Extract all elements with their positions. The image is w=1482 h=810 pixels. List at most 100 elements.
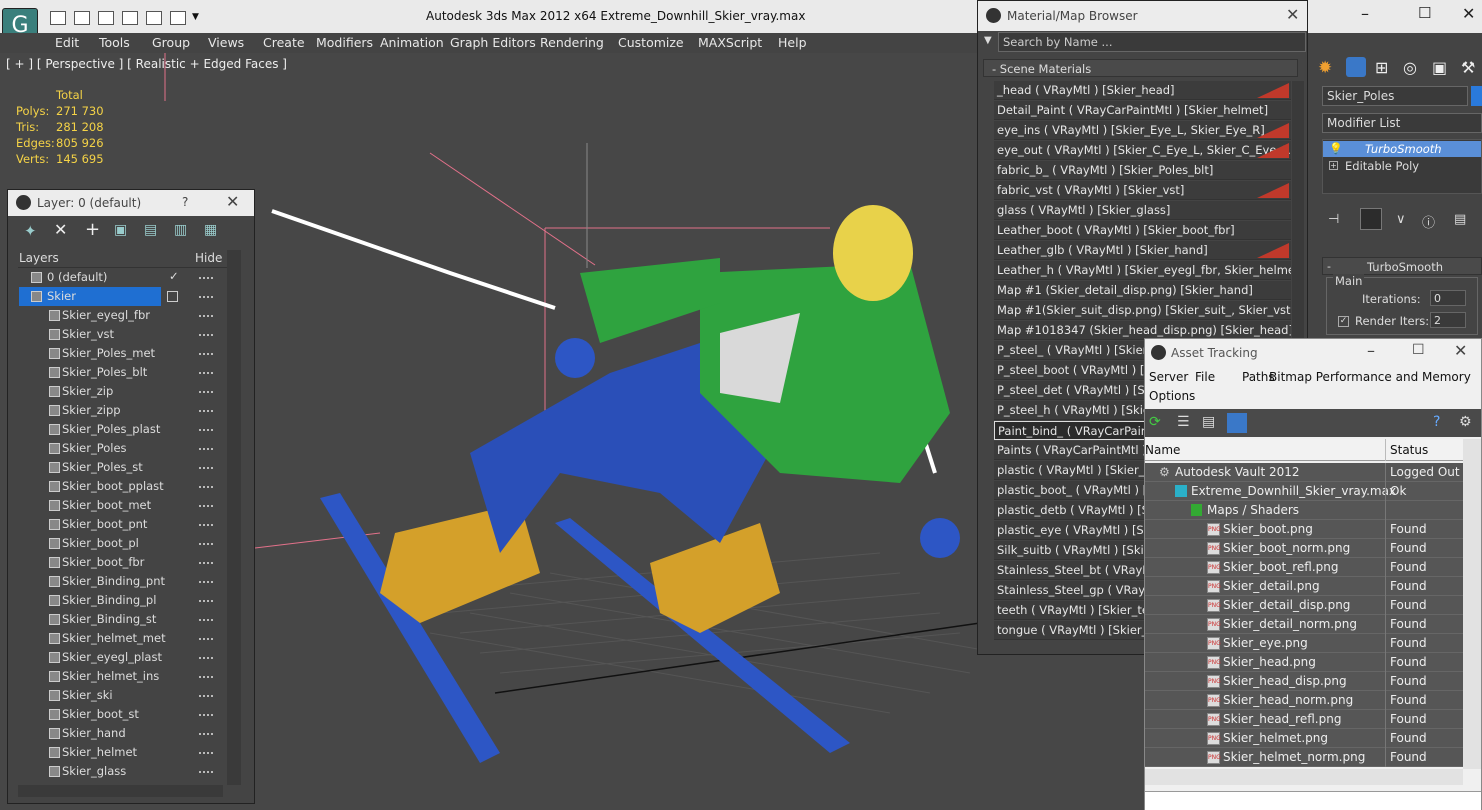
hide-toggle[interactable] bbox=[199, 600, 213, 602]
refresh-icon[interactable]: ⟳ bbox=[1149, 414, 1161, 430]
hide-toggle[interactable] bbox=[199, 543, 213, 545]
select-objects-icon[interactable]: ▣ bbox=[114, 222, 127, 238]
asset-row[interactable]: PNG Skier_boot_refl.png Found bbox=[1145, 558, 1463, 577]
help-icon[interactable]: ? bbox=[1433, 414, 1440, 430]
layer-object-row[interactable]: Skier_glass bbox=[19, 762, 229, 781]
layer-object-row[interactable]: Skier_boot_pplast bbox=[19, 477, 229, 496]
material-row[interactable]: Leather_boot ( VRayMtl ) [Skier_boot_fbr… bbox=[994, 221, 1291, 240]
col-name[interactable]: Name bbox=[1145, 443, 1180, 457]
menu-file[interactable]: File bbox=[1195, 370, 1215, 384]
motion-tab-icon[interactable]: ◎ bbox=[1403, 58, 1417, 77]
hide-toggle[interactable] bbox=[199, 429, 213, 431]
layer-object-row[interactable]: Skier_Poles_plast bbox=[19, 420, 229, 439]
layer-object-row[interactable]: Skier_Poles_st bbox=[19, 458, 229, 477]
layer-object-row[interactable]: Skier_eyegl_fbr bbox=[19, 306, 229, 325]
close-icon[interactable]: ✕ bbox=[1454, 341, 1467, 360]
asset-row[interactable]: PNG Skier_head_disp.png Found bbox=[1145, 672, 1463, 691]
layer-object-row[interactable]: Skier_boot_fbr bbox=[19, 553, 229, 572]
viewport-label[interactable]: [ + ] [ Perspective ] [ Realistic + Edge… bbox=[6, 57, 287, 71]
render-iters-checkbox[interactable]: ✓ bbox=[1338, 316, 1349, 327]
close-icon[interactable]: ✕ bbox=[1286, 5, 1299, 24]
hide-toggle[interactable] bbox=[199, 448, 213, 450]
highlight-layer-icon[interactable]: ▤ bbox=[144, 222, 157, 238]
layer-object-row[interactable]: Skier_Binding_pnt bbox=[19, 572, 229, 591]
asset-row[interactable]: PNG Skier_head.png Found bbox=[1145, 653, 1463, 672]
asset-row[interactable]: PNG Skier_boot_norm.png Found bbox=[1145, 539, 1463, 558]
hide-toggle[interactable] bbox=[199, 638, 213, 640]
hide-toggle[interactable] bbox=[199, 334, 213, 336]
asset-row[interactable]: PNG Skier_head_norm.png Found bbox=[1145, 691, 1463, 710]
layer-hscrollbar[interactable] bbox=[18, 785, 223, 797]
close-icon[interactable]: ✕ bbox=[1462, 4, 1475, 23]
menu-modifiers[interactable]: Modifiers bbox=[316, 35, 373, 50]
asset-hscrollbar[interactable] bbox=[1145, 769, 1463, 785]
minimize-icon[interactable]: – bbox=[1367, 341, 1375, 360]
stack-item-turbosmooth[interactable]: 💡 TurboSmooth bbox=[1323, 141, 1481, 157]
material-row[interactable]: Map #1(Skier_suit_disp.png) [Skier_suit_… bbox=[994, 301, 1291, 320]
asset-row[interactable]: PNG Skier_boot.png Found bbox=[1145, 520, 1463, 539]
thumbnail-view-icon[interactable]: ▤ bbox=[1202, 414, 1215, 430]
table-view-icon[interactable] bbox=[1227, 413, 1247, 433]
new-file-icon[interactable] bbox=[50, 11, 66, 25]
asset-row[interactable]: PNG Skier_head_refl.png Found bbox=[1145, 710, 1463, 729]
display-tab-icon[interactable]: ▣ bbox=[1432, 58, 1447, 77]
layer-object-row[interactable]: Skier_boot_st bbox=[19, 705, 229, 724]
asset-row[interactable]: PNG Skier_helmet_norm.png Found bbox=[1145, 748, 1463, 767]
asset-row[interactable]: ⚙ Autodesk Vault 2012 Logged Out . bbox=[1145, 463, 1463, 482]
options-dropdown-icon[interactable]: ▼ bbox=[984, 35, 992, 46]
layer-object-row[interactable]: Skier_Binding_st bbox=[19, 610, 229, 629]
hide-toggle[interactable] bbox=[199, 752, 213, 754]
scene-materials-header[interactable]: - Scene Materials bbox=[983, 59, 1298, 77]
current-layer-check-icon[interactable]: ✓ bbox=[169, 269, 179, 283]
pin-stack-icon[interactable]: ⊣ bbox=[1328, 212, 1339, 227]
layer-object-row[interactable]: Skier_helmet_met bbox=[19, 629, 229, 648]
layer-object-row[interactable]: Skier_Poles bbox=[19, 439, 229, 458]
layer-scrollbar[interactable] bbox=[227, 250, 241, 785]
maximize-icon[interactable]: ☐ bbox=[1418, 4, 1431, 22]
save-file-icon[interactable] bbox=[98, 11, 114, 25]
menu-server[interactable]: Server bbox=[1149, 370, 1188, 384]
menu-edit[interactable]: Edit bbox=[55, 35, 79, 50]
material-row[interactable]: Detail_Paint ( VRayCarPaintMtl ) [Skier_… bbox=[994, 101, 1291, 120]
layer-object-row[interactable]: Skier_Binding_pl bbox=[19, 591, 229, 610]
minimize-icon[interactable]: – bbox=[1361, 4, 1369, 23]
close-icon[interactable]: ✕ bbox=[226, 192, 239, 211]
expand-icon[interactable]: + bbox=[1329, 161, 1338, 170]
open-file-icon[interactable] bbox=[74, 11, 90, 25]
layer-default[interactable]: 0 (default) ✓ bbox=[19, 268, 229, 287]
menu-create[interactable]: Create bbox=[263, 35, 305, 50]
object-color-swatch[interactable] bbox=[1471, 86, 1482, 106]
material-row[interactable]: Map #1 (Skier_detail_disp.png) [Skier_ha… bbox=[994, 281, 1291, 300]
utilities-tab-icon[interactable]: ⚒ bbox=[1461, 58, 1475, 77]
layer-object-row[interactable]: Skier_boot_met bbox=[19, 496, 229, 515]
material-row[interactable]: Leather_h ( VRayMtl ) [Skier_eyegl_fbr, … bbox=[994, 261, 1291, 280]
hide-toggle[interactable] bbox=[199, 581, 213, 583]
render-iters-spinner[interactable]: 2 bbox=[1430, 312, 1466, 328]
hide-toggle[interactable] bbox=[199, 277, 213, 279]
col-layers[interactable]: Layers bbox=[19, 251, 59, 265]
layer-object-row[interactable]: Skier_boot_pl bbox=[19, 534, 229, 553]
undo-icon[interactable] bbox=[122, 11, 138, 25]
menu-customize[interactable]: Customize bbox=[618, 35, 684, 50]
add-to-layer-icon[interactable]: + bbox=[85, 219, 100, 240]
layer-object-row[interactable]: Skier_helmet_ins bbox=[19, 667, 229, 686]
hide-toggle[interactable] bbox=[199, 296, 213, 298]
col-status[interactable]: Status bbox=[1390, 443, 1428, 457]
iterations-spinner[interactable]: 0 bbox=[1430, 290, 1466, 306]
material-row[interactable]: Leather_glb ( VRayMtl ) [Skier_hand] bbox=[994, 241, 1291, 260]
menu-help[interactable]: Help bbox=[778, 35, 807, 50]
asset-row[interactable]: PNG Skier_detail_disp.png Found bbox=[1145, 596, 1463, 615]
hide-toggle[interactable] bbox=[199, 676, 213, 678]
layer-object-row[interactable]: Skier_zip bbox=[19, 382, 229, 401]
material-search-input[interactable]: Search by Name ... bbox=[998, 32, 1306, 52]
hide-toggle[interactable] bbox=[199, 657, 213, 659]
settings-icon[interactable]: ⚙ bbox=[1459, 414, 1472, 430]
hierarchy-tab-icon[interactable]: ⊞ bbox=[1375, 58, 1388, 77]
remove-modifier-icon[interactable]: ⓘ bbox=[1422, 212, 1435, 231]
material-row[interactable]: glass ( VRayMtl ) [Skier_glass] bbox=[994, 201, 1291, 220]
hide-toggle[interactable] bbox=[199, 524, 213, 526]
asset-row[interactable]: PNG Skier_detail_norm.png Found bbox=[1145, 615, 1463, 634]
layer-object-row[interactable]: Skier_ski bbox=[19, 686, 229, 705]
layer-object-row[interactable]: Skier_vst bbox=[19, 325, 229, 344]
layer-object-row[interactable]: Skier_zipp bbox=[19, 401, 229, 420]
